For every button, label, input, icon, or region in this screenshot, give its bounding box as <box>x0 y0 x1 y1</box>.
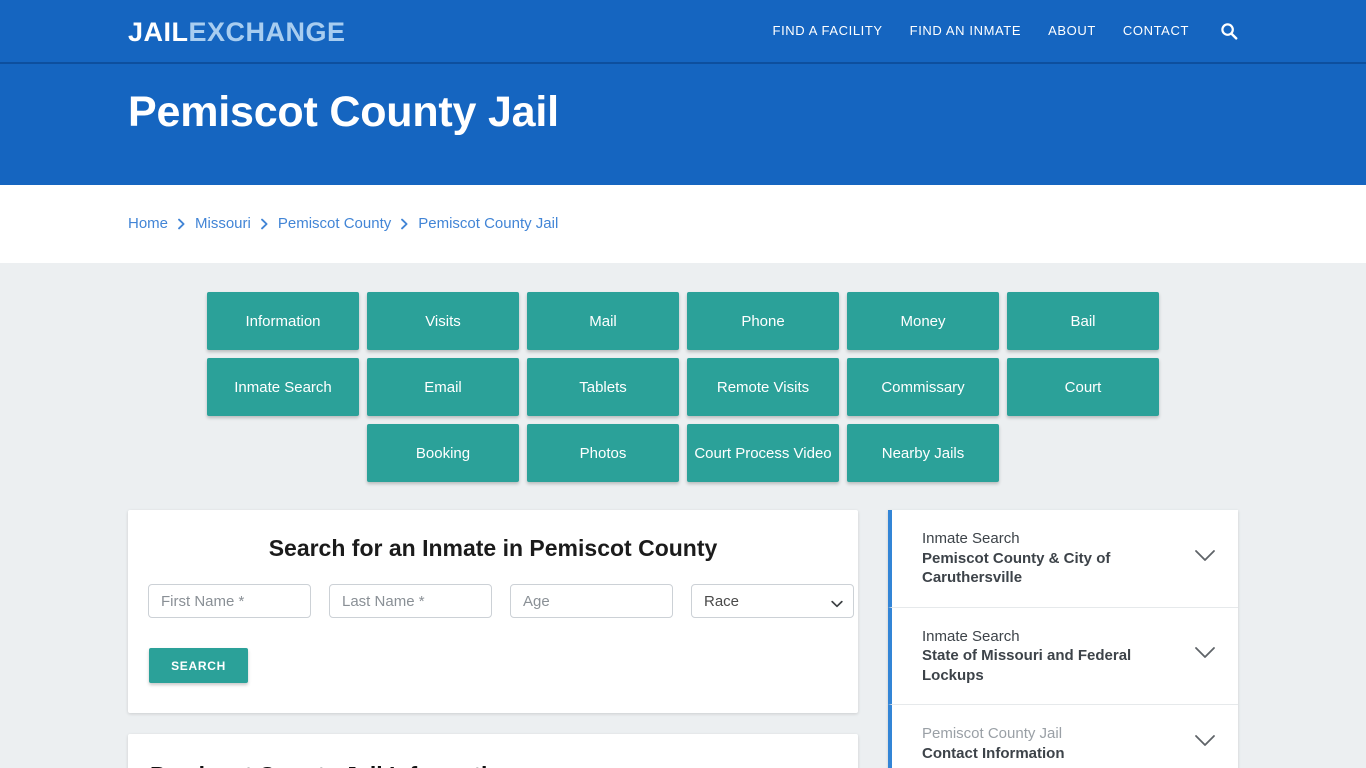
accordion-item-line2: Pemiscot County & City of Caruthersville <box>922 549 1111 587</box>
race-select-wrapper: Race <box>691 584 854 618</box>
accordion-item-inmate-search-state[interactable]: Inmate Search State of Missouri and Fede… <box>888 607 1238 705</box>
site-logo[interactable]: JAILEXCHANGE <box>128 17 346 47</box>
first-name-input[interactable] <box>148 584 311 618</box>
breadcrumb-chevron-icon <box>177 218 186 230</box>
jail-information-title: Pemiscot County Jail Information <box>150 760 836 768</box>
section-button-remote-visits[interactable]: Remote Visits <box>687 358 839 416</box>
section-button-mail[interactable]: Mail <box>527 292 679 350</box>
accordion-item-line2: Contact Information <box>922 744 1065 762</box>
section-button-court-process-video[interactable]: Court Process Video <box>687 424 839 482</box>
section-button-money[interactable]: Money <box>847 292 999 350</box>
main-column: Search for an Inmate in Pemiscot County … <box>128 510 858 768</box>
nav-item-find-a-facility[interactable]: FIND A FACILITY <box>773 22 883 40</box>
search-submit-button[interactable]: SEARCH <box>149 648 248 683</box>
accordion-item-label: Pemiscot County Jail Contact Information <box>922 724 1065 763</box>
sidebar-column: Inmate Search Pemiscot County & City of … <box>888 510 1238 768</box>
accordion-item-label: Inmate Search State of Missouri and Fede… <box>922 627 1184 686</box>
section-button-phone[interactable]: Phone <box>687 292 839 350</box>
accordion-item-inmate-search-county[interactable]: Inmate Search Pemiscot County & City of … <box>888 510 1238 608</box>
nav-item-about[interactable]: ABOUT <box>1048 22 1096 40</box>
section-button-visits[interactable]: Visits <box>367 292 519 350</box>
search-icon[interactable] <box>1220 22 1238 40</box>
section-button-email[interactable]: Email <box>367 358 519 416</box>
section-button-information[interactable]: Information <box>207 292 359 350</box>
race-select[interactable]: Race <box>691 584 854 618</box>
accordion-item-contact-information[interactable]: Pemiscot County Jail Contact Information <box>888 705 1238 768</box>
nav-item-contact[interactable]: CONTACT <box>1123 22 1189 40</box>
jail-information-card: Pemiscot County Jail Information <box>128 734 858 768</box>
section-button-inmate-search[interactable]: Inmate Search <box>207 358 359 416</box>
nav-item-find-an-inmate[interactable]: FIND AN INMATE <box>910 22 1021 40</box>
accordion-item-line2: State of Missouri and Federal Lockups <box>922 647 1132 684</box>
content-columns: Search for an Inmate in Pemiscot County … <box>128 510 1238 768</box>
facility-section-buttons: Information Visits Mail Phone Money Bail… <box>133 292 1233 482</box>
breadcrumb-item-pemiscot-county[interactable]: Pemiscot County <box>278 214 391 234</box>
breadcrumb-item-home[interactable]: Home <box>128 214 168 234</box>
breadcrumb-item-pemiscot-county-jail[interactable]: Pemiscot County Jail <box>418 214 558 234</box>
breadcrumb: Home Missouri Pemiscot County Pemiscot C… <box>0 185 1366 263</box>
section-button-commissary[interactable]: Commissary <box>847 358 999 416</box>
breadcrumb-chevron-icon <box>260 218 269 230</box>
inmate-search-title: Search for an Inmate in Pemiscot County <box>268 535 718 561</box>
inmate-search-fields: Race <box>148 584 854 618</box>
page-title: Pemiscot County Jail <box>128 88 559 136</box>
breadcrumb-chevron-icon <box>400 218 409 230</box>
page-hero: Pemiscot County Jail <box>0 64 1366 185</box>
section-button-photos[interactable]: Photos <box>527 424 679 482</box>
breadcrumb-item-missouri[interactable]: Missouri <box>195 214 251 234</box>
accordion-item-line1: Inmate Search <box>922 530 1020 547</box>
site-header: JAILEXCHANGE FIND A FACILITY FIND AN INM… <box>0 0 1366 64</box>
chevron-down-icon[interactable] <box>1194 734 1216 753</box>
page-content: Information Visits Mail Phone Money Bail… <box>0 263 1366 768</box>
section-button-bail[interactable]: Bail <box>1007 292 1159 350</box>
chevron-down-icon[interactable] <box>1194 646 1216 665</box>
section-button-tablets[interactable]: Tablets <box>527 358 679 416</box>
section-button-court[interactable]: Court <box>1007 358 1159 416</box>
accordion-item-line1: Pemiscot County Jail <box>922 725 1063 742</box>
main-navigation: FIND A FACILITY FIND AN INMATE ABOUT CON… <box>773 22 1238 40</box>
chevron-down-icon[interactable] <box>1194 549 1216 568</box>
logo-text-jail: JAIL <box>128 17 189 47</box>
last-name-input[interactable] <box>329 584 492 618</box>
inmate-search-card: Search for an Inmate in Pemiscot County … <box>128 510 858 713</box>
age-input[interactable] <box>510 584 673 618</box>
accordion-item-label: Inmate Search Pemiscot County & City of … <box>922 529 1184 588</box>
accordion-item-line1: Inmate Search <box>922 627 1020 645</box>
logo-text-exchange: EXCHANGE <box>188 17 346 47</box>
sidebar-accordion: Inmate Search Pemiscot County & City of … <box>888 510 1238 768</box>
section-button-booking[interactable]: Booking <box>367 424 519 482</box>
section-button-nearby-jails[interactable]: Nearby Jails <box>847 424 999 482</box>
